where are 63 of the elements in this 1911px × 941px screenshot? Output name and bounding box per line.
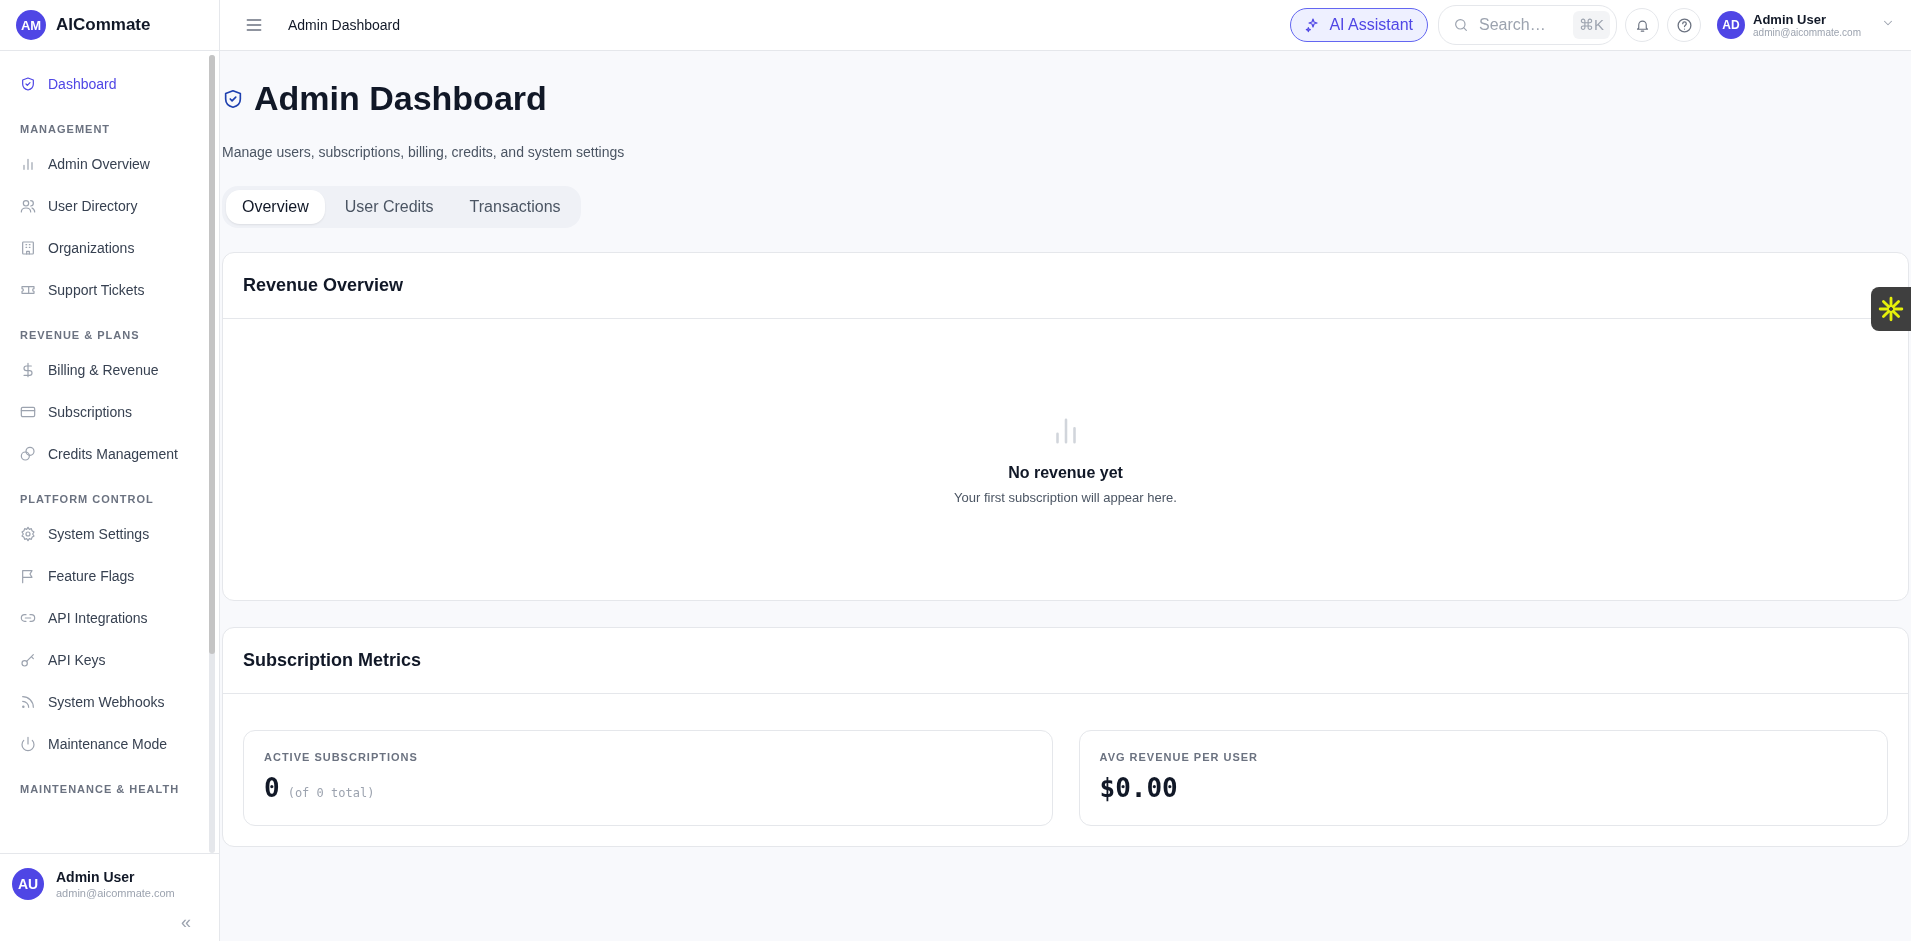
- nav-item[interactable]: Credits Management: [8, 433, 209, 475]
- key-icon: [20, 652, 36, 668]
- notifications-button[interactable]: [1625, 8, 1660, 42]
- nav-item[interactable]: Maintenance Mode: [8, 723, 209, 765]
- card-icon: [20, 404, 36, 420]
- help-button[interactable]: [1667, 8, 1702, 42]
- nav-item[interactable]: Organizations: [8, 227, 209, 269]
- gear-icon: [20, 526, 36, 542]
- power-icon: [20, 736, 36, 752]
- ai-assistant-button[interactable]: AI Assistant: [1290, 8, 1428, 42]
- rss-icon: [20, 694, 36, 710]
- metric-label: ACTIVE SUBSCRIPTIONS: [264, 751, 419, 763]
- tab[interactable]: Transactions: [453, 190, 577, 224]
- coins-icon: [20, 446, 36, 462]
- bell-icon: [1634, 17, 1650, 33]
- bar-chart-icon: [20, 156, 36, 172]
- nav-item[interactable]: User Directory: [8, 185, 209, 227]
- brand-name: AICommate: [56, 15, 151, 35]
- page-subtitle: Manage users, subscriptions, billing, credits, and system settings: [222, 144, 626, 160]
- section-heading: MANAGEMENT: [19, 122, 112, 137]
- user-email: admin@aicommate.com: [56, 887, 175, 899]
- metric-value: 0: [264, 773, 280, 803]
- empty-text: Your first subscription will appear here.: [954, 490, 1177, 505]
- logo-avatar: AM: [16, 10, 46, 40]
- user-avatar[interactable]: AD: [1717, 11, 1746, 39]
- building-icon: [20, 240, 36, 256]
- tab[interactable]: Overview: [226, 190, 325, 224]
- page-title: Admin Dashboard: [288, 17, 402, 33]
- user-email: admin@aicommate.com: [1753, 27, 1861, 38]
- metric-note: (of 0 total): [287, 786, 375, 800]
- nav-item[interactable]: Admin Overview: [8, 143, 209, 185]
- section-heading: REVENUE & PLANS: [19, 328, 141, 343]
- nav-item[interactable]: Support Tickets: [8, 269, 209, 311]
- section-heading: MAINTENANCE & HEALTH: [19, 782, 181, 797]
- nav-item[interactable]: Feature Flags: [8, 555, 209, 597]
- nav-item[interactable]: System Settings: [8, 513, 209, 555]
- flag-icon: [20, 568, 36, 584]
- metric-value: $0.00: [1099, 773, 1178, 803]
- nav-item[interactable]: API Keys: [8, 639, 209, 681]
- user-name: Admin User: [56, 869, 136, 885]
- dollar-icon: [20, 362, 36, 378]
- nav-item[interactable]: Dashboard: [8, 63, 209, 105]
- user-name: Admin User: [1753, 12, 1827, 27]
- nav-item[interactable]: System Webhooks: [8, 681, 209, 723]
- card-title: Subscription Metrics: [223, 628, 1908, 694]
- page-heading: Admin Dashboard: [254, 79, 547, 118]
- nav-item[interactable]: API Integrations: [8, 597, 209, 639]
- nav-item[interactable]: Billing & Revenue: [8, 349, 209, 391]
- shortcut-hint: ⌘K: [1573, 11, 1611, 39]
- tab[interactable]: User Credits: [328, 190, 450, 224]
- shield-check-icon: [222, 87, 244, 110]
- user-avatar: AU: [12, 868, 44, 900]
- search-input[interactable]: Search…: [1477, 15, 1565, 35]
- metric-label: AVG REVENUE PER USER: [1099, 751, 1260, 763]
- nav-item[interactable]: Subscriptions: [8, 391, 209, 433]
- empty-title: No revenue yet: [1008, 464, 1123, 482]
- asterisk-icon: [1878, 296, 1904, 322]
- help-icon: [1675, 16, 1693, 34]
- shield-icon: [20, 76, 36, 92]
- section-heading: PLATFORM CONTROL: [19, 492, 155, 507]
- users-icon: [20, 198, 36, 214]
- search-icon: [1453, 17, 1469, 33]
- floating-widget[interactable]: [1871, 287, 1911, 331]
